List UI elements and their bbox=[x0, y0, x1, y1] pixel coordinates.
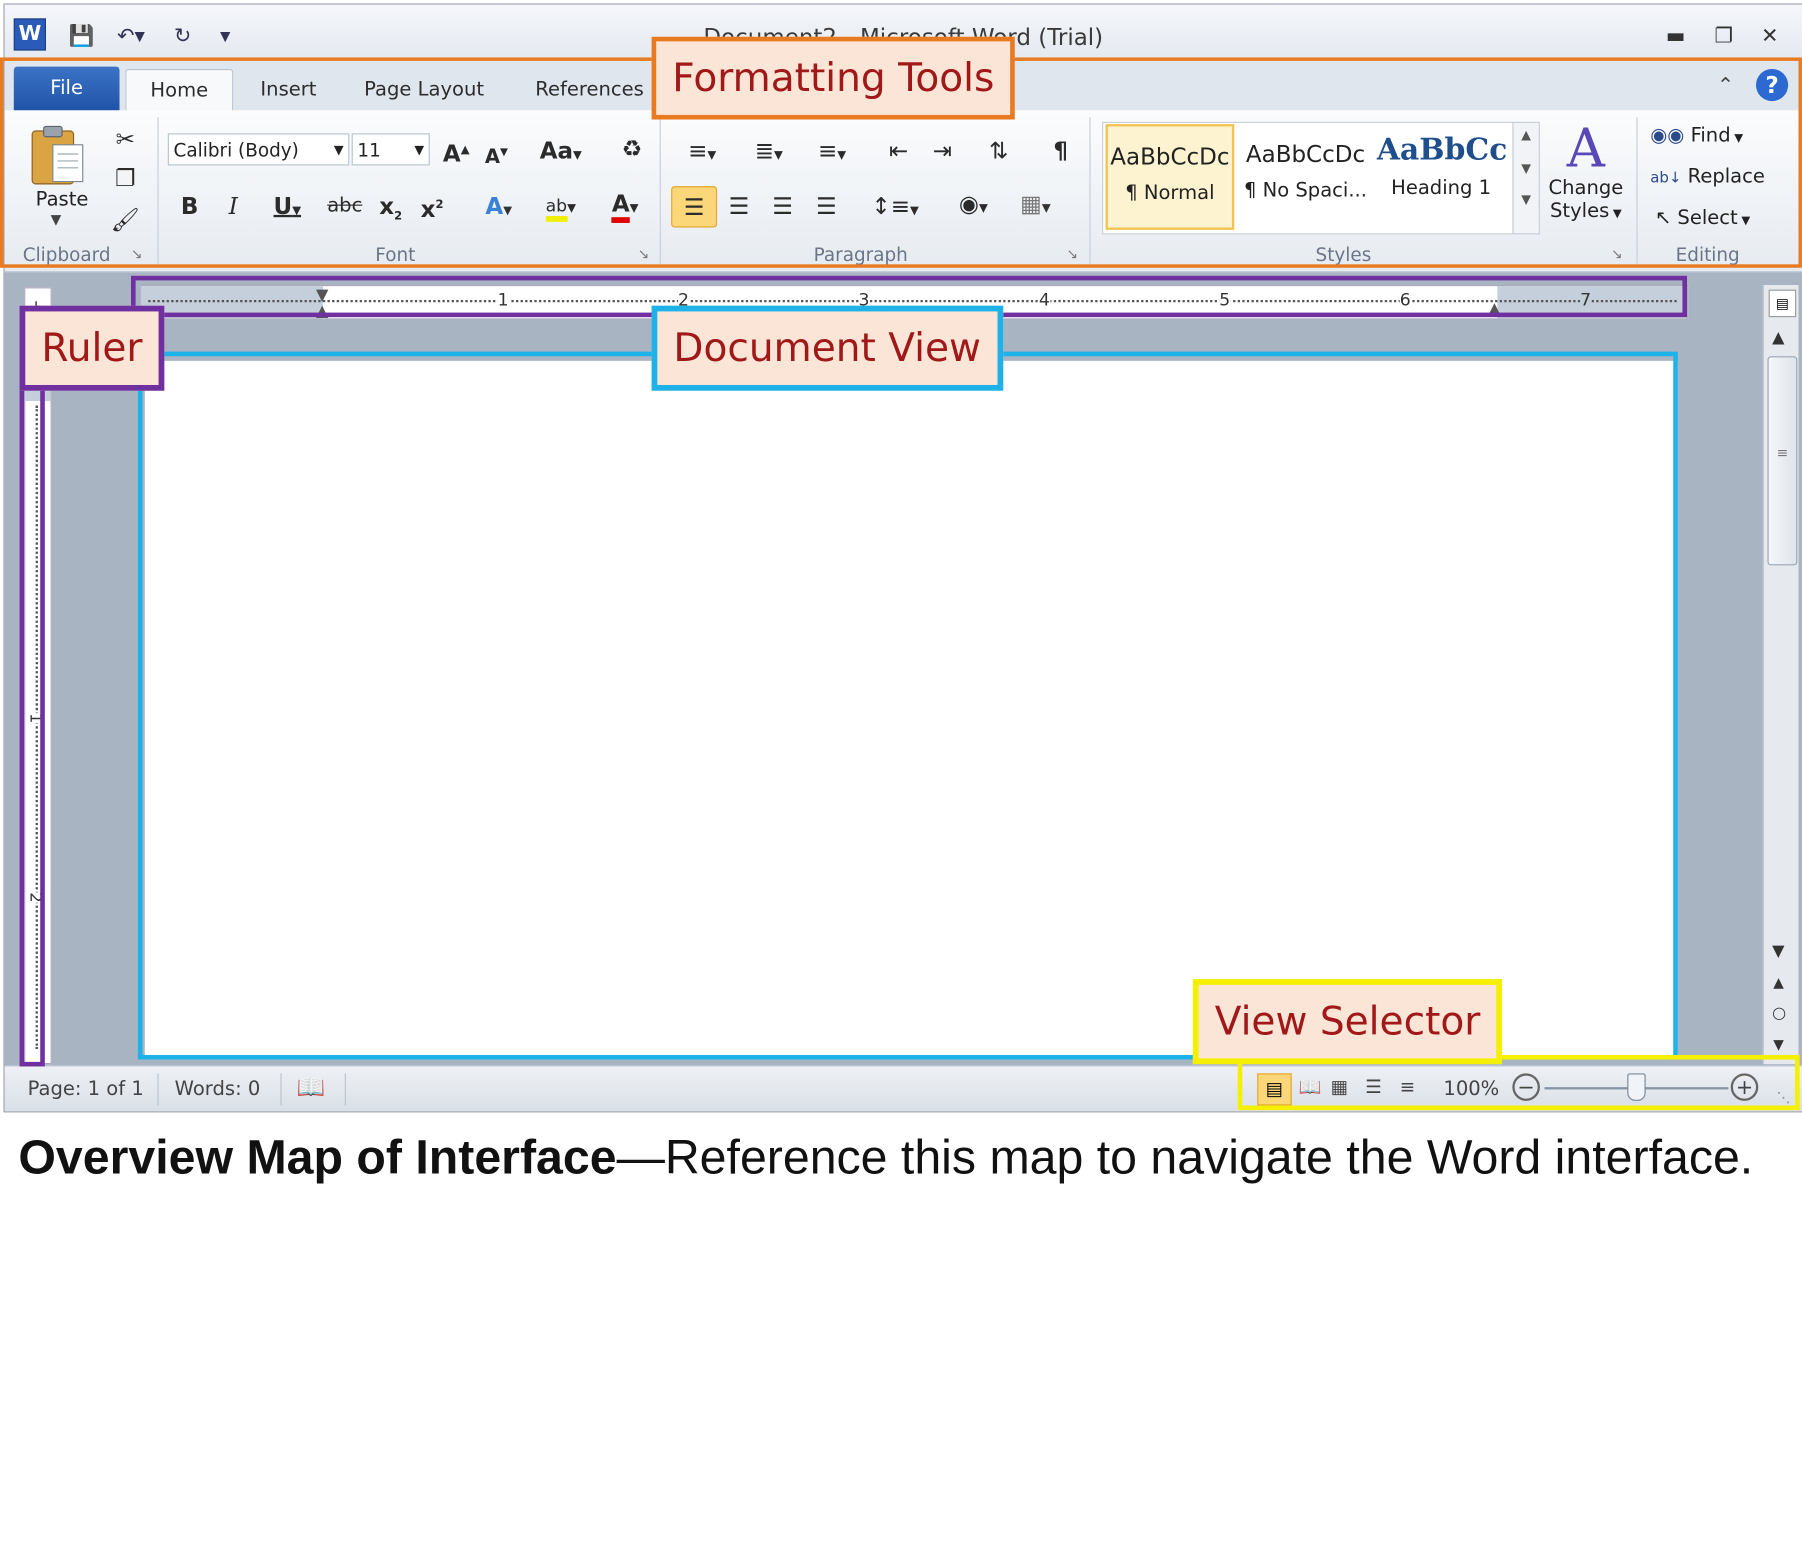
formatting-tools-callout: Formatting Tools bbox=[651, 36, 1016, 120]
status-separator bbox=[157, 1073, 159, 1106]
view-ruler-icon[interactable]: ▤ bbox=[1768, 289, 1797, 318]
document-view-highlight bbox=[137, 351, 1678, 1060]
previous-page-icon[interactable]: ▲ bbox=[1773, 975, 1784, 991]
caption-text: —Reference this map to navigate the Word… bbox=[616, 1129, 1754, 1184]
next-page-icon[interactable]: ▼ bbox=[1773, 1037, 1784, 1053]
proofing-icon[interactable]: 📖 bbox=[296, 1073, 325, 1101]
close-icon[interactable]: ✕ bbox=[1754, 23, 1786, 51]
document-view-callout: Document View bbox=[651, 305, 1003, 391]
view-selector-callout: View Selector bbox=[1192, 979, 1503, 1065]
word-count[interactable]: Words: 0 bbox=[175, 1078, 261, 1101]
ruler-callout: Ruler bbox=[19, 305, 165, 391]
select-browse-object-icon[interactable]: ○ bbox=[1772, 1004, 1786, 1022]
scroll-thumb[interactable]: ≡ bbox=[1767, 356, 1798, 566]
restore-icon[interactable]: ❐ bbox=[1708, 23, 1740, 51]
scroll-up-icon[interactable]: ▲ bbox=[1772, 329, 1784, 347]
status-separator bbox=[280, 1073, 282, 1106]
minimize-icon[interactable]: ▬ bbox=[1659, 23, 1691, 51]
vertical-ruler-highlight bbox=[19, 344, 45, 1067]
scroll-down-icon[interactable]: ▼ bbox=[1772, 942, 1784, 960]
caption: Overview Map of Interface—Reference this… bbox=[18, 1124, 1788, 1190]
status-separator bbox=[344, 1073, 346, 1106]
grip-icon: ≡ bbox=[1776, 444, 1789, 461]
caption-title: Overview Map of Interface bbox=[18, 1129, 617, 1184]
vertical-scrollbar[interactable]: ▤ ▲ ≡ ▼ ▲ ○ ▼ bbox=[1762, 285, 1799, 1065]
page-count[interactable]: Page: 1 of 1 bbox=[28, 1078, 144, 1101]
